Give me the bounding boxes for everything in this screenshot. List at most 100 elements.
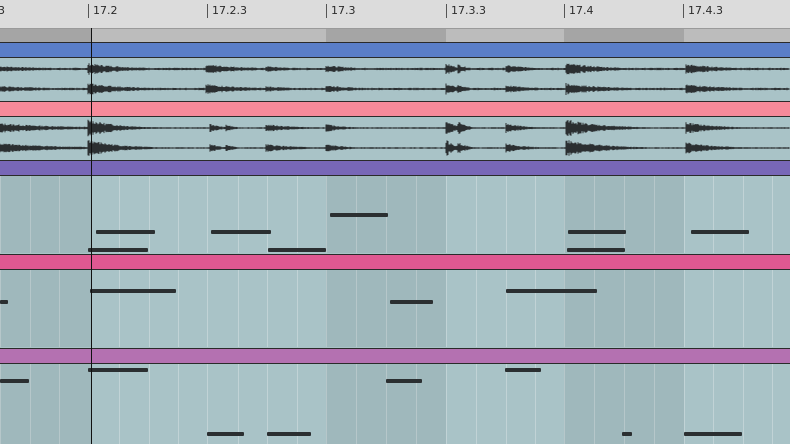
midi-note[interactable] (386, 379, 422, 383)
grid-line (178, 270, 179, 347)
beat-shade (326, 364, 446, 444)
midi-note[interactable] (0, 300, 8, 304)
midi-note[interactable] (0, 379, 29, 383)
grid-line (684, 176, 685, 253)
grid-line (238, 270, 239, 347)
track-header[interactable] (0, 42, 790, 58)
grid-line (476, 270, 477, 347)
waveform-channel (0, 83, 790, 95)
ruler-label: 3 (0, 4, 5, 17)
beat-band (0, 29, 91, 42)
grid-line (238, 176, 239, 253)
grid-line (267, 176, 268, 253)
grid-line (446, 270, 447, 347)
audio-track-2[interactable] (0, 101, 790, 159)
grid-line (535, 364, 536, 444)
midi-note[interactable] (207, 432, 244, 436)
grid-line (476, 364, 477, 444)
ruler-label: 17.4.3 (683, 4, 723, 18)
grid-line (297, 176, 298, 253)
ruler-label: 17.3 (326, 4, 356, 18)
track-header[interactable] (0, 348, 790, 364)
audio-clip[interactable] (0, 58, 790, 100)
ruler-label: 17.3.3 (446, 4, 486, 18)
beat-shade (0, 176, 91, 253)
midi-track-1[interactable] (0, 160, 790, 260)
waveform (0, 119, 790, 156)
midi-note[interactable] (568, 230, 626, 234)
midi-track-2[interactable] (0, 254, 790, 357)
track-header[interactable] (0, 254, 790, 270)
grid-line (119, 176, 120, 253)
grid-line (506, 364, 507, 444)
midi-note[interactable] (622, 432, 632, 436)
grid-line (772, 270, 773, 347)
midi-note[interactable] (684, 432, 742, 436)
grid-line (119, 364, 120, 444)
waveform-channel (0, 63, 790, 75)
ruler-label: 17.2 (88, 4, 118, 18)
grid-line (772, 176, 773, 253)
grid-line (297, 270, 298, 347)
grid-line (743, 176, 744, 253)
track-header[interactable] (0, 101, 790, 117)
grid-line (743, 270, 744, 347)
midi-note[interactable] (330, 213, 388, 217)
beat-shade (326, 270, 446, 347)
waveform-channel (0, 140, 790, 156)
grid-line (743, 364, 744, 444)
track-header[interactable] (0, 160, 790, 176)
midi-note[interactable] (267, 432, 311, 436)
grid-line (713, 270, 714, 347)
midi-clip[interactable] (0, 270, 790, 357)
midi-note[interactable] (90, 289, 176, 293)
midi-note[interactable] (268, 248, 326, 252)
grid-line (713, 176, 714, 253)
grid-line (119, 270, 120, 347)
grid-line (149, 270, 150, 347)
grid-line (149, 364, 150, 444)
grid-line (446, 364, 447, 444)
grid-line (178, 364, 179, 444)
midi-note[interactable] (506, 289, 597, 293)
grid-line (772, 364, 773, 444)
midi-clip[interactable] (0, 176, 790, 260)
midi-note[interactable] (211, 230, 271, 234)
beat-shade (564, 176, 684, 253)
grid-line (506, 270, 507, 347)
grid-line (684, 270, 685, 347)
timeline-ruler[interactable]: 3 17.2 17.2.3 17.3 17.3.3 17.4 17.4.3 (0, 0, 790, 29)
midi-note[interactable] (88, 248, 148, 252)
beat-shade (0, 270, 91, 347)
grid-line (149, 176, 150, 253)
midi-note[interactable] (96, 230, 155, 234)
waveform-channel (0, 119, 790, 137)
ruler-label: 17.4 (564, 4, 594, 18)
grid-line (535, 176, 536, 253)
grid-line (506, 176, 507, 253)
audio-clip[interactable] (0, 117, 790, 159)
beat-band (326, 29, 446, 42)
beat-overview-bar[interactable] (0, 29, 790, 42)
grid-line (267, 270, 268, 347)
grid-line (476, 176, 477, 253)
beat-shade (0, 364, 91, 444)
midi-note[interactable] (390, 300, 433, 304)
beat-shade (564, 270, 684, 347)
grid-line (446, 176, 447, 253)
midi-track-3[interactable] (0, 348, 790, 444)
grid-line (535, 270, 536, 347)
playhead[interactable] (91, 28, 92, 444)
grid-line (207, 176, 208, 253)
grid-line (178, 176, 179, 253)
ruler-label: 17.2.3 (207, 4, 247, 18)
waveform (0, 63, 790, 95)
midi-note[interactable] (88, 368, 148, 372)
midi-clip[interactable] (0, 364, 790, 444)
grid-line (207, 270, 208, 347)
beat-band (564, 29, 684, 42)
audio-track-1[interactable] (0, 42, 790, 100)
midi-note[interactable] (505, 368, 541, 372)
midi-note[interactable] (691, 230, 749, 234)
midi-note[interactable] (567, 248, 625, 252)
